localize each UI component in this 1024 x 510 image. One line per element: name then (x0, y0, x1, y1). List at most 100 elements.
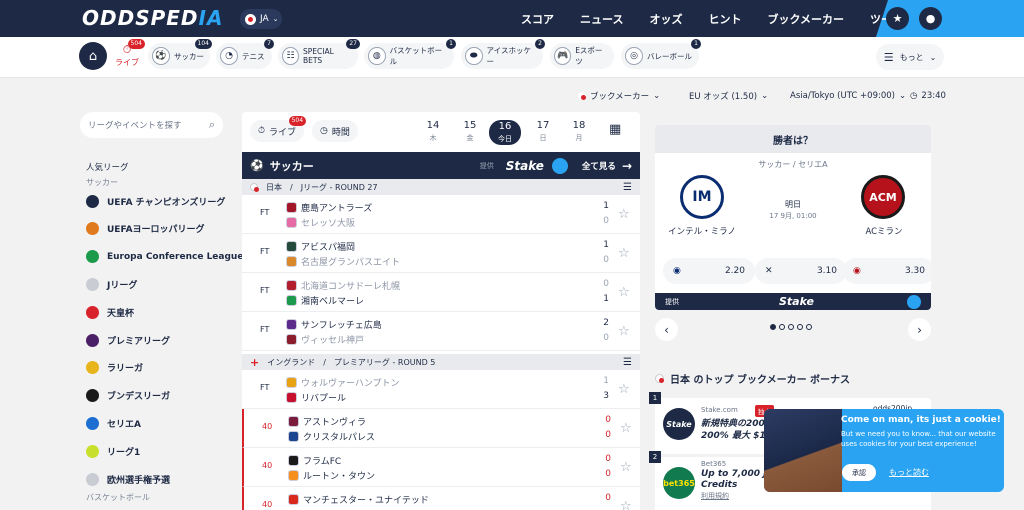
draw-x-icon: ✕ (765, 266, 773, 276)
popular-leagues-heading: 人気リーグ (86, 163, 129, 173)
league-header-jleague[interactable]: 日本 / Jリーグ - ROUND 27 ☰ (242, 179, 640, 195)
favorite-star-icon[interactable]: ☆ (620, 460, 632, 475)
time-sort-button[interactable]: ◷ 時間 (312, 120, 358, 142)
live-filter-button[interactable]: ⏱ ライブ 504 (250, 116, 307, 142)
site-logo[interactable]: ODDSPED IA (82, 6, 223, 30)
home-team: 鹿島アントラーズ (286, 200, 372, 214)
away-odds-button[interactable]: ◉ 3.30 (843, 258, 931, 284)
chevron-down-icon: ⌄ (929, 52, 937, 62)
sidebar-league-item[interactable]: UEFA チャンピオンズリーグ (86, 192, 225, 210)
nav-item[interactable]: オッズ (636, 11, 695, 27)
home-score: 0 (605, 493, 611, 503)
date-tab[interactable]: 16 今日 (489, 120, 521, 145)
match-row[interactable]: FT サンフレッチェ広島 2 ヴィッセル神戸 0 ☆ (242, 312, 640, 351)
clock-icon: ◷ (320, 126, 328, 136)
carousel-next-button[interactable]: › (908, 318, 931, 341)
match-row[interactable]: FT 鹿島アントラーズ 1 セレッソ大阪 0 ☆ (242, 195, 640, 234)
see-all-link[interactable]: 全て見る (582, 160, 616, 172)
sidebar-league-item[interactable]: リーグ1 (86, 442, 140, 460)
home-score: 0 (605, 454, 611, 464)
timezone-select[interactable]: Asia/Tokyo (UTC +09:00) ⌄ (790, 89, 906, 103)
favorite-star-icon[interactable]: ☆ (620, 421, 632, 436)
sidebar-league-item[interactable]: UEFAヨーロッパリーグ (86, 220, 205, 238)
favorite-star-icon[interactable]: ☆ (618, 324, 630, 339)
sidebar-league-item[interactable]: プレミアリーグ (86, 331, 170, 349)
favorites-button[interactable]: ★ (886, 7, 909, 30)
sidebar-league-item[interactable]: ラリーガ (86, 359, 143, 377)
arrow-right-icon: → (621, 158, 632, 173)
carousel-dot[interactable] (806, 324, 812, 330)
league-icon (86, 389, 99, 403)
bookmaker-filter[interactable]: ブックメーカー ⌄ (578, 89, 660, 103)
sidebar-league-item[interactable]: セリエA (86, 414, 141, 432)
match-row[interactable]: 40 マンチェスター・ユナイテッド 0 ☆ (242, 487, 640, 510)
cookie-text: But we need you to know... that our webs… (841, 430, 996, 448)
nav-item[interactable]: ヒント (695, 11, 754, 27)
tab-live[interactable]: ⏱ ライブ 504 (113, 39, 145, 68)
carousel-dot[interactable] (779, 324, 785, 330)
terms-link[interactable]: 利用規約 (701, 491, 729, 501)
sidebar-league-item[interactable]: ブンデスリーガ (86, 387, 170, 405)
sidebar-league-item[interactable]: 欧州選手権予選 (86, 470, 170, 488)
odds-format-select[interactable]: EU オッズ (1.50) ⌄ (689, 89, 768, 103)
standings-icon[interactable]: ☰ (623, 182, 632, 193)
sidebar-league-item[interactable]: 天皇杯 (86, 303, 134, 321)
calendar-icon[interactable]: ▦ (609, 122, 621, 137)
language-selector[interactable]: JA ⌄ (240, 9, 282, 29)
favorite-star-icon[interactable]: ☆ (618, 382, 630, 397)
more-sports-button[interactable]: ☰ もっと ⌄ (876, 44, 944, 70)
team-crest-icon (286, 333, 297, 345)
carousel-prev-button[interactable]: ‹ (655, 318, 678, 341)
sport-icon: ⬬ (465, 47, 483, 65)
sport-tab[interactable]: ⚽ サッカー 104 (148, 39, 212, 69)
nav-item[interactable]: ニュース (567, 11, 636, 27)
league-header-premier[interactable]: + イングランド / プレミアリーグ - ROUND 5 ☰ (242, 354, 640, 370)
stake-logo[interactable]: Stake (506, 159, 544, 173)
match-status: FT (260, 383, 270, 392)
favorite-star-icon[interactable]: ☆ (618, 246, 630, 261)
favorite-star-icon[interactable]: ☆ (618, 207, 630, 222)
nav-item[interactable]: スコア (508, 11, 567, 27)
sport-tab[interactable]: ◍ バスケットボール 1 (364, 39, 456, 69)
match-status: FT (260, 208, 270, 217)
match-row[interactable]: FT ウォルヴァーハンプトン 1 リバプール 3 ☆ (242, 370, 640, 409)
carousel-dot[interactable] (797, 324, 803, 330)
widget-sponsor-bar[interactable]: 提供 Stake (655, 293, 931, 310)
carousel-dot[interactable] (788, 324, 794, 330)
league-icon (86, 250, 99, 264)
cookie-read-more-link[interactable]: もっと読む (889, 467, 929, 478)
team-crest-icon (286, 201, 297, 213)
team-crest-icon (288, 415, 299, 427)
count-badge: 2 (535, 39, 545, 49)
date-tab[interactable]: 14 木 (417, 120, 449, 144)
account-button[interactable]: ● (919, 7, 942, 30)
match-row[interactable]: FT 北海道コンサドーレ札幌 0 湘南ベルマーレ 1 ☆ (242, 273, 640, 312)
date-tab[interactable]: 15 金 (454, 120, 486, 144)
home-team: マンチェスター・ユナイテッド (288, 492, 429, 506)
home-button[interactable]: ⌂ (79, 42, 107, 70)
date-tab[interactable]: 18 月 (563, 120, 595, 144)
widget-title: 勝者は？ (655, 125, 931, 153)
home-odds-button[interactable]: ◉ 2.20 (663, 258, 755, 284)
match-row[interactable]: 40 フラムFC 0 ルートン・タウン 0 ☆ (242, 448, 640, 487)
sidebar-league-item[interactable]: Europa Conference League (86, 248, 243, 266)
date-tab[interactable]: 17 日 (527, 120, 559, 144)
sport-tab[interactable]: ⬬ アイスホッケー 2 (461, 39, 545, 69)
cookie-accept-button[interactable]: 承認 (842, 464, 876, 481)
sport-tab[interactable]: ☷ SPECIAL BETS 27 (278, 39, 360, 69)
favorite-star-icon[interactable]: ☆ (618, 285, 630, 300)
sport-tab[interactable]: 🎮 Eスポーツ (550, 43, 614, 69)
sport-tab[interactable]: ◎ バレーボール 1 (621, 39, 701, 69)
carousel-dot[interactable] (770, 324, 776, 330)
sport-tab[interactable]: ◔ テニス 7 (216, 39, 274, 69)
favorite-star-icon[interactable]: ☆ (620, 499, 632, 510)
sidebar-league-item[interactable]: Jリーグ (86, 275, 137, 293)
nav-item[interactable]: ブックメーカー (754, 11, 857, 27)
top-icons: ★ ● (886, 7, 942, 30)
standings-icon[interactable]: ☰ (623, 357, 632, 368)
league-search-input[interactable]: リーグやイベントを探す ⌕ (80, 112, 223, 138)
match-row[interactable]: FT アビスパ福岡 1 名古屋グランパスエイト 0 ☆ (242, 234, 640, 273)
draw-odds-button[interactable]: ✕ 3.10 (755, 258, 847, 284)
match-row[interactable]: 40 アストンヴィラ 0 クリスタルパレス 0 ☆ (242, 409, 640, 448)
cookie-title: Come on man, its just a cookie! (841, 415, 1001, 425)
